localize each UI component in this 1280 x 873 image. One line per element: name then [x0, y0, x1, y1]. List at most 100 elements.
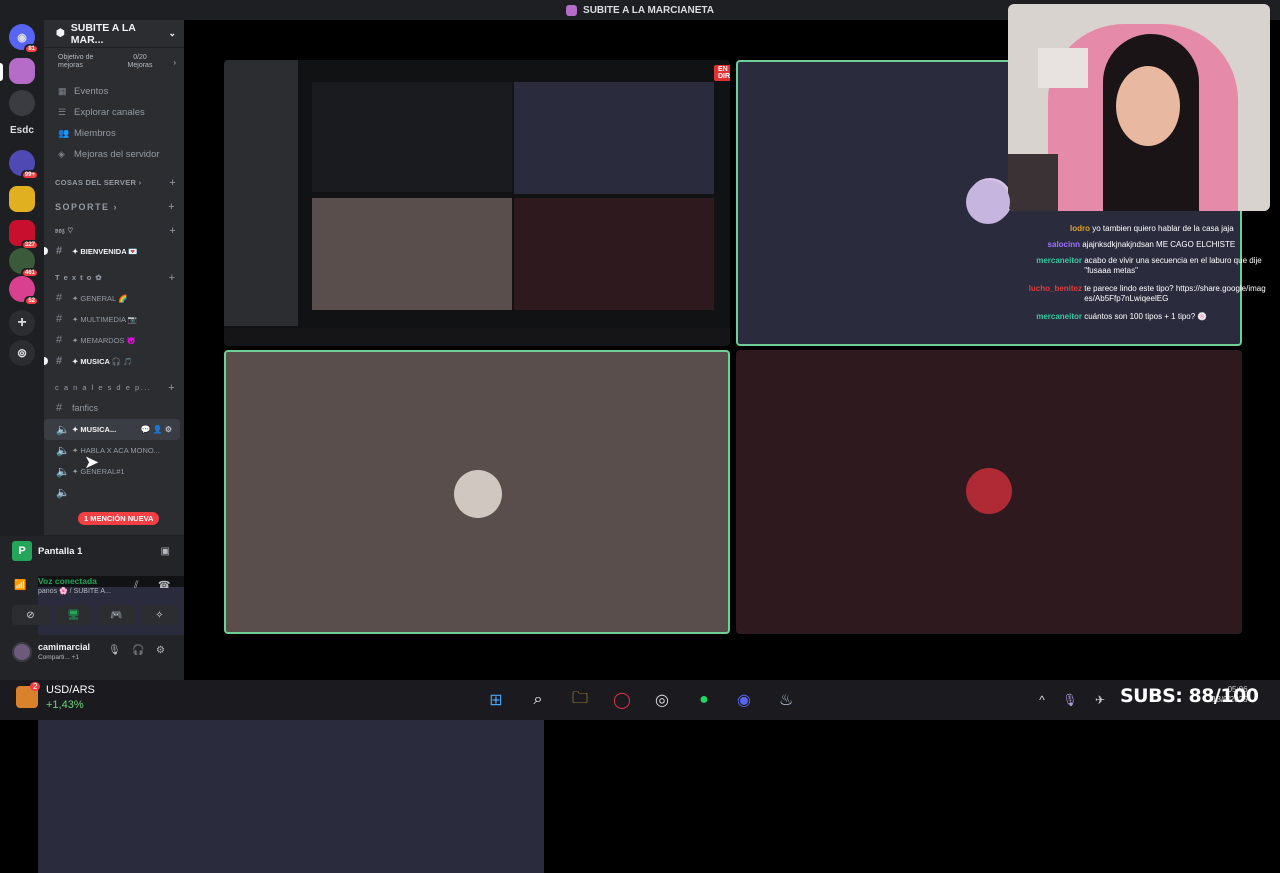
server-icon-3[interactable]: 99+: [9, 150, 39, 180]
stream-preview-taskbar: [224, 328, 730, 346]
add-channel-icon[interactable]: +: [169, 272, 176, 284]
server-text-icon[interactable]: Esdc: [10, 125, 34, 136]
activity-button[interactable]: 🎮: [98, 605, 135, 625]
spotify-icon[interactable]: ●: [690, 686, 718, 714]
participant-tile-2[interactable]: [224, 350, 730, 634]
category-canales[interactable]: c a n a l e s d e p... +: [44, 378, 184, 398]
add-channel-icon[interactable]: +: [169, 177, 176, 189]
screen-share-row[interactable]: P Pantalla 1 ▣: [0, 538, 184, 564]
server-icon-4[interactable]: 327: [9, 220, 39, 250]
channel-tools[interactable]: 💬 👤 ⚙: [140, 425, 172, 434]
file-explorer-icon[interactable]: 🗀: [566, 686, 594, 714]
channel-bienvenida[interactable]: # ✦ BIENVENIDA 💌: [44, 241, 184, 262]
noise-suppression-icon[interactable]: ⫽: [134, 580, 138, 591]
folder-icon[interactable]: [9, 186, 35, 212]
members-icon: 👥: [58, 127, 70, 138]
voice-channel-general1[interactable]: 🔈 ✦ GENERAL#1: [44, 461, 184, 482]
voice-channel-musica[interactable]: 🔈 ✦ MUSICA... 💬 👤 ⚙: [44, 418, 180, 440]
speaker-icon: 🔈: [56, 465, 70, 478]
chat-username: mercaneitor: [1036, 256, 1082, 265]
avatar[interactable]: [12, 642, 32, 662]
chat-message: lucho_benitez te parece lindo este tipo?…: [1010, 284, 1272, 304]
nav-server-boost[interactable]: ◈ Mejoras del servidor: [44, 144, 184, 165]
badge: 52: [24, 296, 39, 306]
chat-text: acabo de vivir una secuencia en el labur…: [1084, 256, 1262, 275]
chevron-right-icon: ›: [173, 57, 176, 67]
server-icon-6[interactable]: 52: [9, 276, 39, 306]
server-name: SUBITE A LA MAR...: [70, 21, 136, 46]
subs-counter: SUBS: 88/100: [1120, 685, 1259, 707]
streamer-face: [1116, 66, 1180, 146]
search-icon[interactable]: ⌕: [524, 686, 552, 714]
discord-home-icon[interactable]: ◉ 81: [9, 24, 39, 54]
channel-label: ✦ BIENVENIDA 💌: [72, 246, 138, 256]
voice-channel-habla[interactable]: 🔈 ✦ HABLA X ACA MONO...: [44, 440, 184, 461]
channel-label: ✦ GENERAL 🌈: [72, 293, 128, 303]
category-label: 𝔳𝔬𝔷 ♡: [55, 225, 74, 235]
nav-members[interactable]: 👥 Miembros: [44, 123, 184, 144]
nav-browse-channels[interactable]: ☰ Explorar canales: [44, 102, 184, 123]
channel-general[interactable]: # ✦ GENERAL 🌈: [44, 288, 184, 309]
steam-icon[interactable]: ♨: [772, 686, 800, 714]
windows-start-icon[interactable]: ⊞: [482, 686, 510, 714]
stream-chat-overlay: lodro yo tambien quiero hablar de la cas…: [1010, 224, 1272, 334]
nav-events[interactable]: ▦ Eventos: [44, 81, 184, 102]
app-tray-icon[interactable]: ✈: [1086, 686, 1114, 714]
chat-username: mercaneitor: [1036, 312, 1082, 321]
stream-preview-tile: [514, 198, 714, 310]
settings-gear-icon[interactable]: ⚙: [156, 645, 165, 656]
signal-icon: 📶: [14, 580, 27, 591]
add-channel-icon[interactable]: +: [168, 382, 176, 394]
category-cosas[interactable]: COSAS DEL SERVER › +: [44, 173, 184, 193]
nav-label: Mejoras del servidor: [74, 148, 160, 160]
explore-icon[interactable]: ⊚: [9, 340, 35, 366]
channel-label: ✦ MEMARDOS 😈: [72, 335, 136, 345]
unread-dot: [44, 357, 48, 366]
hash-icon: #: [56, 292, 63, 305]
boost-icon: ◈: [58, 148, 65, 159]
popout-icon[interactable]: ▣: [161, 546, 170, 557]
disconnect-icon[interactable]: ☎: [158, 580, 170, 591]
server-verified-icon: ⬢: [56, 28, 65, 39]
server-icon-marcianeta[interactable]: [9, 58, 35, 84]
mic-icon[interactable]: 🎙: [108, 645, 121, 656]
obs-icon[interactable]: ◎: [648, 686, 676, 714]
category-voz[interactable]: 𝔳𝔬𝔷 ♡ +: [44, 221, 184, 241]
boost-goal[interactable]: Objetivo de mejoras 0/20 Mejoras ›: [44, 48, 184, 75]
chat-text: cuántos son 100 tipos + 1 tipo? 🍥: [1084, 312, 1208, 321]
headphones-icon[interactable]: 🎧: [132, 645, 144, 656]
hash-icon: #: [56, 334, 63, 347]
server-header[interactable]: ⬢ SUBITE A LA MAR... ⌄: [44, 20, 184, 48]
channel-memardos[interactable]: # ✦ MEMARDOS 😈: [44, 330, 184, 351]
server-icon-5[interactable]: 461: [9, 248, 39, 278]
chat-text: te parece lindo este tipo? https://share…: [1084, 284, 1266, 303]
live-badge: EN DIRECTO: [714, 65, 730, 81]
category-texto[interactable]: T e x t o ✿ +: [44, 268, 184, 288]
streamer-webcam: [1008, 4, 1270, 211]
voice-channel-more[interactable]: 🔈: [44, 482, 184, 503]
add-server-icon[interactable]: +: [9, 310, 35, 336]
badge: 99+: [20, 170, 39, 180]
stream-tile[interactable]: EN DIRECTO: [224, 60, 730, 346]
channel-musica[interactable]: # ✦ MUSICA 🎧 🎵: [44, 351, 184, 372]
unread-dot: [44, 247, 48, 256]
screen-share-button[interactable]: 🖥: [55, 605, 92, 625]
mic-tray-icon[interactable]: 🎙: [1056, 686, 1084, 714]
add-channel-icon[interactable]: +: [168, 201, 176, 213]
mouse-cursor-icon: ➤: [84, 452, 100, 472]
camera-off-button[interactable]: ⊘: [12, 605, 49, 625]
server-icon-2[interactable]: [9, 90, 35, 116]
channel-multimedia[interactable]: # ✦ MULTIMEDIA 📷: [44, 309, 184, 330]
new-mention-badge[interactable]: 1 MENCIÓN NUEVA: [78, 512, 160, 525]
soundboard-button[interactable]: ✧: [141, 605, 178, 625]
opera-gx-icon[interactable]: ◯: [608, 686, 636, 714]
nav-label: Eventos: [74, 85, 109, 97]
participant-tile-3[interactable]: [736, 350, 1242, 634]
overlay-avatar: [966, 180, 1010, 224]
channel-fanfics[interactable]: # fanfics: [44, 398, 184, 419]
category-soporte[interactable]: SOPORTE › +: [44, 197, 184, 217]
hash-icon: #: [56, 402, 63, 415]
discord-icon[interactable]: ◉: [730, 686, 758, 714]
add-channel-icon[interactable]: +: [169, 225, 176, 237]
chevron-up-icon[interactable]: ^: [1028, 686, 1056, 714]
